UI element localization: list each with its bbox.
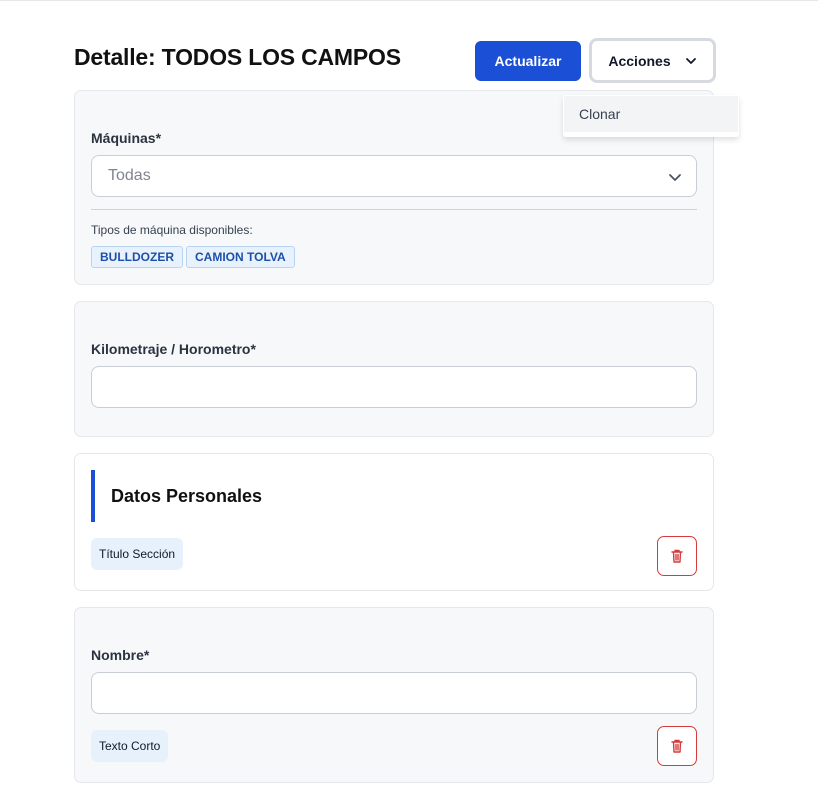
name-field-card: Nombre* Texto Corto (74, 607, 714, 783)
machine-type-chip: CAMION TOLVA (186, 246, 295, 268)
update-button[interactable]: Actualizar (475, 41, 581, 81)
divider (91, 209, 697, 210)
field-type-tag: Texto Corto (91, 730, 169, 762)
machines-select[interactable]: Todas (91, 155, 697, 197)
chevron-down-icon (685, 57, 696, 64)
delete-field-button[interactable] (657, 726, 697, 766)
section-accent-bar (91, 470, 95, 522)
actions-button-label: Acciones (608, 52, 671, 69)
actions-dropdown-button[interactable]: Acciones (589, 38, 716, 83)
menu-item-clone[interactable]: Clonar (564, 96, 738, 132)
name-input[interactable] (91, 672, 697, 714)
field-type-tag: Título Sección (91, 538, 184, 570)
trash-icon (671, 549, 683, 563)
section-title: Datos Personales (111, 486, 263, 506)
section-field-card: Datos Personales Título Sección (74, 453, 714, 591)
machines-select-value: Todas (108, 167, 151, 184)
available-types-label: Tipos de máquina disponibles: (91, 223, 253, 237)
km-input[interactable] (91, 366, 697, 408)
km-field-card: Kilometraje / Horometro* (74, 301, 714, 437)
chevron-down-icon (669, 174, 681, 181)
page-title: Detalle: TODOS LOS CAMPOS (74, 44, 401, 70)
top-divider (0, 0, 818, 1)
km-label: Kilometraje / Horometro* (91, 341, 256, 357)
delete-section-button[interactable] (657, 536, 697, 576)
machine-type-chip: BULLDOZER (91, 246, 183, 268)
name-label: Nombre* (91, 647, 150, 663)
machines-label: Máquinas* (91, 130, 162, 146)
actions-menu: Clonar (563, 95, 739, 137)
trash-icon (671, 739, 683, 753)
